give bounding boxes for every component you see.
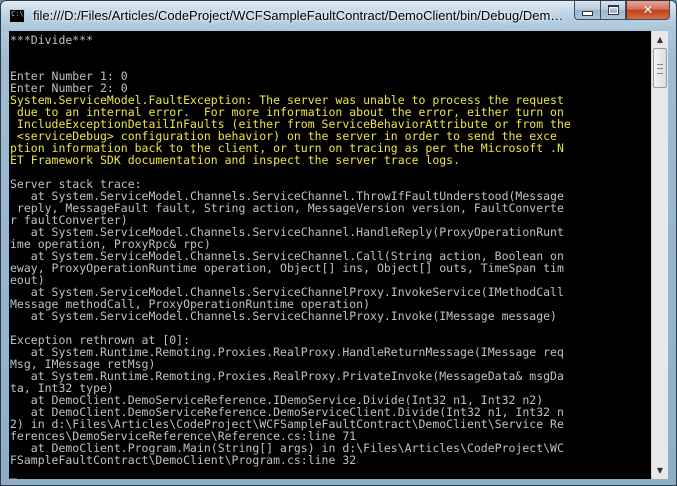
console-line: at System.ServiceModel.Channels.ServiceC… (10, 309, 557, 323)
scroll-down-arrow-icon[interactable]: ▼ (652, 462, 668, 479)
scrollbar-thumb[interactable] (653, 48, 667, 88)
close-button[interactable]: ✕ (626, 1, 670, 20)
console-line: FSampleFaultContract\DemoClient\Program.… (10, 453, 357, 467)
window-title: file:///D:/Files/Articles/CodeProject/WC… (33, 8, 565, 23)
minimize-icon (582, 11, 593, 16)
console-line: _ (10, 465, 17, 479)
scroll-up-arrow-icon[interactable]: ▲ (652, 31, 668, 48)
console-window: C:\ file:///D:/Files/Articles/CodeProjec… (0, 0, 677, 486)
vertical-scrollbar[interactable]: ▲ ▼ (651, 31, 668, 479)
console-app-icon[interactable]: C:\ (9, 9, 25, 23)
console-line: ***Divide*** (10, 33, 94, 47)
console-line: ET Framework SDK documentation and inspe… (10, 153, 461, 167)
caption-buttons: ✕ (574, 1, 670, 21)
console-line: eway, ProxyOperationRuntime operation, O… (10, 261, 564, 275)
maximize-button[interactable] (600, 1, 626, 20)
close-icon: ✕ (642, 2, 654, 18)
title-bar[interactable]: C:\ file:///D:/Files/Articles/CodeProjec… (1, 1, 676, 31)
minimize-button[interactable] (574, 1, 600, 20)
console-output[interactable]: ***Divide*** Enter Number 1: 0 Enter Numbe… (9, 31, 651, 479)
scrollbar-grip-icon (657, 64, 663, 74)
maximize-icon (607, 5, 619, 15)
